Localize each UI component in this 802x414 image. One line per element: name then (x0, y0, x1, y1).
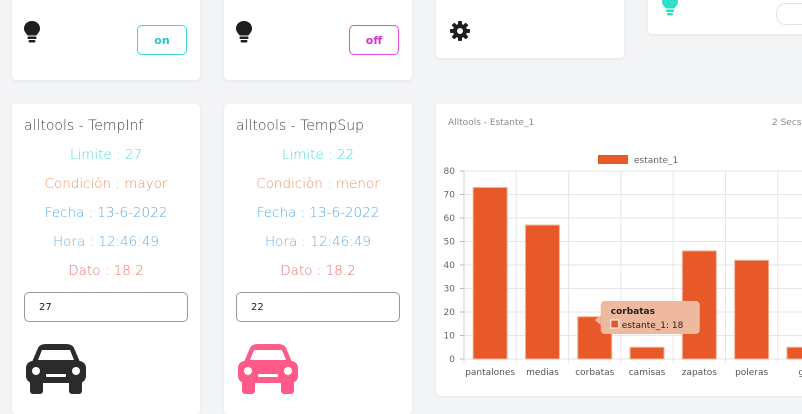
tooltip-title: corbatas (611, 307, 655, 317)
bulb-card-1: on (12, 0, 200, 80)
y-tick-label: 20 (444, 308, 456, 318)
bar-camisas (629, 346, 665, 360)
y-tick-label: 50 (444, 238, 456, 248)
y-tick-label: 30 (444, 285, 456, 295)
bulb-card-3 (648, 0, 802, 34)
limit-input[interactable] (236, 292, 400, 322)
legend-swatch (598, 155, 628, 164)
gear-icon (450, 21, 470, 41)
bulb-card-2: off (224, 0, 412, 80)
value-text: Dato : 18.2 (280, 263, 356, 279)
x-tick-label: zapatos (682, 368, 718, 378)
date-text: Fecha : 13-6-2022 (44, 205, 168, 221)
lightbulb-icon (24, 21, 40, 43)
tooltip-swatch (610, 319, 620, 329)
condition-text: Condición : mayor (44, 176, 168, 192)
date-text: Fecha : 13-6-2022 (256, 205, 380, 221)
off-toggle-button[interactable]: off (349, 25, 399, 55)
lightbulb-icon (236, 21, 252, 43)
x-tick-label: go (798, 368, 802, 378)
condition-text: Condiciòn : menor (256, 176, 380, 192)
chart-card: Alltools - Estante_1 2 Secs 0 10 20 30 40 50 6… (436, 104, 802, 396)
limit-input[interactable] (24, 292, 188, 322)
y-tick-label: 80 (444, 167, 456, 177)
y-tick-label: 10 (444, 332, 456, 342)
device-title: alltools - TempInf (24, 118, 144, 134)
bar-pantalones (472, 186, 508, 360)
tooltip-label: estante_1: 18 (622, 321, 684, 331)
device-card-tempsup: alltools - TempSup Limite : 22 Condiciòn… (224, 104, 412, 414)
bar-poleras (734, 259, 770, 360)
toggle-switch[interactable] (776, 3, 802, 25)
bar-medias (524, 224, 560, 360)
value-text: Dato : 18.2 (68, 263, 144, 279)
y-tick-label: 70 (444, 191, 456, 201)
car-icon (26, 344, 86, 394)
limit-text: Limite : 27 (69, 147, 143, 163)
legend-label: estante_1 (634, 156, 678, 166)
lightbulb-icon (662, 0, 678, 16)
time-text: Hora : 12:46:49 (265, 234, 371, 250)
x-tick-label: medias (526, 368, 559, 378)
x-tick-label: camisas (629, 368, 666, 378)
x-tick-label: corbatas (575, 368, 614, 378)
y-tick-label: 0 (449, 355, 455, 365)
limit-text: Limite : 22 (281, 147, 355, 163)
time-text: Hora : 12:46:49 (53, 234, 159, 250)
y-tick-label: 40 (444, 261, 456, 271)
x-tick-label: pantalones (465, 368, 515, 378)
car-icon (238, 344, 298, 394)
bar-go (786, 346, 802, 360)
on-toggle-button[interactable]: on (137, 25, 187, 55)
device-card-tempinf: alltools - TempInf Limite : 27 Condición… (12, 104, 200, 414)
y-tick-label: 60 (444, 214, 456, 224)
gear-card (436, 0, 624, 58)
bar-chart: 0 10 20 30 40 50 60 70 80 pantalones medias corbata… (444, 155, 802, 378)
x-tick-label: poleras (735, 368, 768, 378)
device-title: alltools - TempSup (236, 118, 365, 134)
